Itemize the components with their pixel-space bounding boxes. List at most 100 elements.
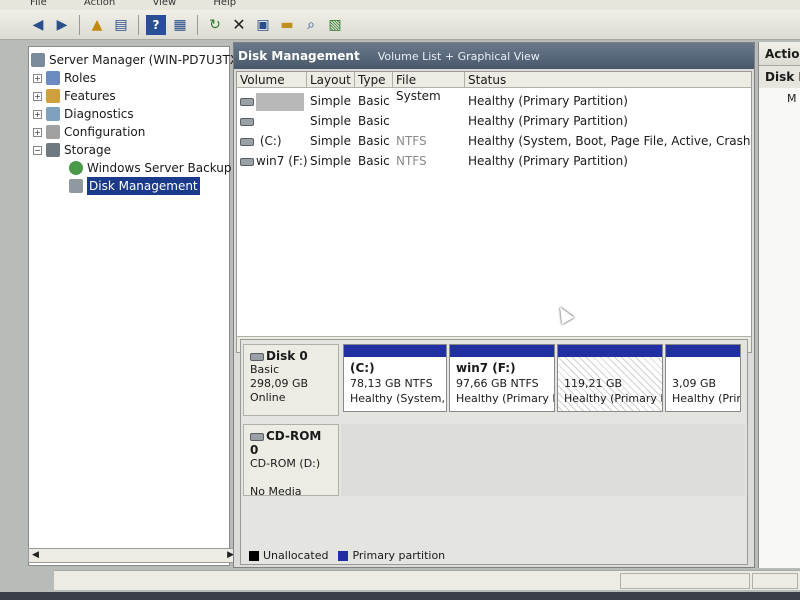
volume-cell xyxy=(237,111,307,131)
tree-item-label: Storage xyxy=(64,143,111,157)
volume-cell: (C:) xyxy=(237,131,307,151)
open-icon[interactable]: ▬ xyxy=(277,15,297,35)
disk-state: Online xyxy=(250,391,286,404)
primary-swatch xyxy=(338,550,349,561)
expand-icon[interactable]: + xyxy=(33,127,42,137)
collapse-icon[interactable]: − xyxy=(33,145,42,155)
pane-header: Disk Management Volume List + Graphical … xyxy=(234,43,754,69)
back-icon[interactable]: ◀ xyxy=(28,15,48,35)
column-header-file-system[interactable]: File System xyxy=(393,72,465,103)
partition-4[interactable]: 3,09 GB Healthy (Prir xyxy=(665,344,741,412)
partition-bar xyxy=(344,345,446,357)
expand-icon[interactable]: + xyxy=(33,91,42,101)
up-icon[interactable]: ▲ xyxy=(87,15,107,35)
disk-name: Disk 0 xyxy=(250,349,332,363)
partition-bar xyxy=(558,345,662,357)
taskbar xyxy=(0,592,800,600)
table-row[interactable]: Simple Basic Healthy (Primary Partition) xyxy=(237,111,751,131)
disk-size: 298,09 GB xyxy=(250,377,309,390)
partition-status: Healthy (System, xyxy=(350,392,445,405)
search-icon[interactable]: ⌕ xyxy=(301,15,321,35)
server-icon xyxy=(31,53,45,67)
tree-item-roles[interactable]: + Roles xyxy=(33,69,96,87)
partition-3[interactable]: 119,21 GB Healthy (Primary P xyxy=(557,344,663,412)
status-cell: Healthy (Primary Partition) xyxy=(468,114,628,128)
disk-management-pane: Disk Management Volume List + Graphical … xyxy=(233,42,755,568)
expand-icon[interactable]: + xyxy=(33,109,42,119)
toolbar-separator xyxy=(138,14,139,35)
partition-name: win7 (F:) xyxy=(456,361,516,375)
partition-f[interactable]: win7 (F:) 97,66 GB NTFS Healthy (Primary… xyxy=(449,344,555,412)
export-icon[interactable]: ▧ xyxy=(325,15,345,35)
volume-icon xyxy=(240,117,254,126)
column-header-volume[interactable]: Volume xyxy=(237,72,307,88)
disk-management-icon xyxy=(69,179,83,193)
roles-icon xyxy=(46,71,60,85)
tree-item-label: Diagnostics xyxy=(64,107,134,121)
status-cell: Healthy (System, Boot, Page File, Active… xyxy=(468,134,753,148)
legend-unallocated: Unallocated xyxy=(263,549,329,562)
tree-root[interactable]: Server Manager (WIN-PD7U3TXKO xyxy=(31,51,255,69)
tree-item-windows-server-backup[interactable]: Windows Server Backup xyxy=(69,159,232,177)
tree-item-storage[interactable]: − Storage xyxy=(33,141,111,159)
cdrom-0-label[interactable]: CD-ROM 0 CD-ROM (D:) No Media xyxy=(243,424,339,498)
disk-type: Basic xyxy=(250,363,280,376)
menu-action[interactable]: Action xyxy=(84,0,115,8)
tree-item-features[interactable]: + Features xyxy=(33,87,116,105)
disk-0-label[interactable]: Disk 0 Basic 298,09 GB Online xyxy=(243,344,339,416)
help-icon[interactable]: ? xyxy=(146,14,166,35)
partition-size: 97,66 GB NTFS xyxy=(456,377,539,390)
partition-status: Healthy (Primary F xyxy=(456,392,555,405)
partition-bar xyxy=(450,345,554,357)
column-header-status[interactable]: Status xyxy=(465,72,753,88)
column-header-layout[interactable]: Layout xyxy=(307,72,355,88)
table-row[interactable]: (C:) Simple Basic NTFS Healthy (System, … xyxy=(237,131,753,151)
table-row[interactable]: Simple Basic Healthy (Primary Partition) xyxy=(237,91,751,111)
show-hide-tree-icon[interactable]: ▤ xyxy=(111,15,131,35)
partition-name: (C:) xyxy=(350,361,375,375)
properties-icon[interactable]: ▦ xyxy=(170,15,190,35)
column-header-type[interactable]: Type xyxy=(355,72,393,88)
disk-name: CD-ROM 0 xyxy=(250,429,332,457)
tree-horizontal-scrollbar[interactable]: ◀ ▶ xyxy=(28,548,238,563)
partition-bar xyxy=(666,345,740,357)
expand-icon[interactable]: + xyxy=(33,73,42,83)
toolbar-separator xyxy=(79,14,80,35)
type-cell: Basic xyxy=(358,94,390,108)
menu-help[interactable]: Help xyxy=(213,0,236,8)
menu-bar: File Action View Help xyxy=(0,0,800,10)
mouse-cursor-icon xyxy=(553,303,575,325)
partition-name xyxy=(672,361,734,376)
volume-cell: win7 (F:) xyxy=(237,151,307,171)
tree-item-diagnostics[interactable]: + Diagnostics xyxy=(33,105,134,123)
table-row[interactable]: win7 (F:) Simple Basic NTFS Healthy (Pri… xyxy=(237,151,751,171)
properties2-icon[interactable]: ▣ xyxy=(253,15,273,35)
console-tree: Server Manager (WIN-PD7U3TXKO + Roles + … xyxy=(28,46,255,566)
partition-c[interactable]: (C:) 78,13 GB NTFS Healthy (System, xyxy=(343,344,447,412)
tree-root-label: Server Manager (WIN-PD7U3TXKO xyxy=(49,53,255,67)
refresh-icon[interactable]: ↻ xyxy=(205,15,225,35)
tree-item-configuration[interactable]: + Configuration xyxy=(33,123,145,141)
cdrom-area[interactable] xyxy=(341,424,745,496)
layout-cell: Simple xyxy=(310,134,351,148)
menu-file[interactable]: File xyxy=(30,0,47,8)
redacted-volume-name xyxy=(256,92,304,111)
menu-view[interactable]: View xyxy=(152,0,176,8)
toolbar: ◀ ▶ ▲ ▤ ? ▦ ↻ ✕ ▣ ▬ ⌕ ▧ xyxy=(0,10,800,40)
partition-status: Healthy (Primary P xyxy=(564,392,663,405)
features-icon xyxy=(46,89,60,103)
actions-header: Actions xyxy=(759,42,800,66)
actions-item[interactable]: M xyxy=(759,88,800,105)
layout-cell: Simple xyxy=(310,114,351,128)
scroll-left-icon[interactable]: ◀ xyxy=(32,550,39,560)
type-cell: Basic xyxy=(358,154,390,168)
delete-icon[interactable]: ✕ xyxy=(229,15,249,35)
actions-pane: Actions Disk M M xyxy=(758,42,800,568)
disk-name-text: Disk 0 xyxy=(266,349,308,363)
actions-section[interactable]: Disk M xyxy=(759,66,800,88)
forward-icon[interactable]: ▶ xyxy=(52,15,72,35)
tree-item-disk-management[interactable]: Disk Management xyxy=(69,177,200,195)
configuration-icon xyxy=(46,125,60,139)
type-cell: Basic xyxy=(358,114,390,128)
volume-name: win7 (F:) xyxy=(256,154,307,168)
